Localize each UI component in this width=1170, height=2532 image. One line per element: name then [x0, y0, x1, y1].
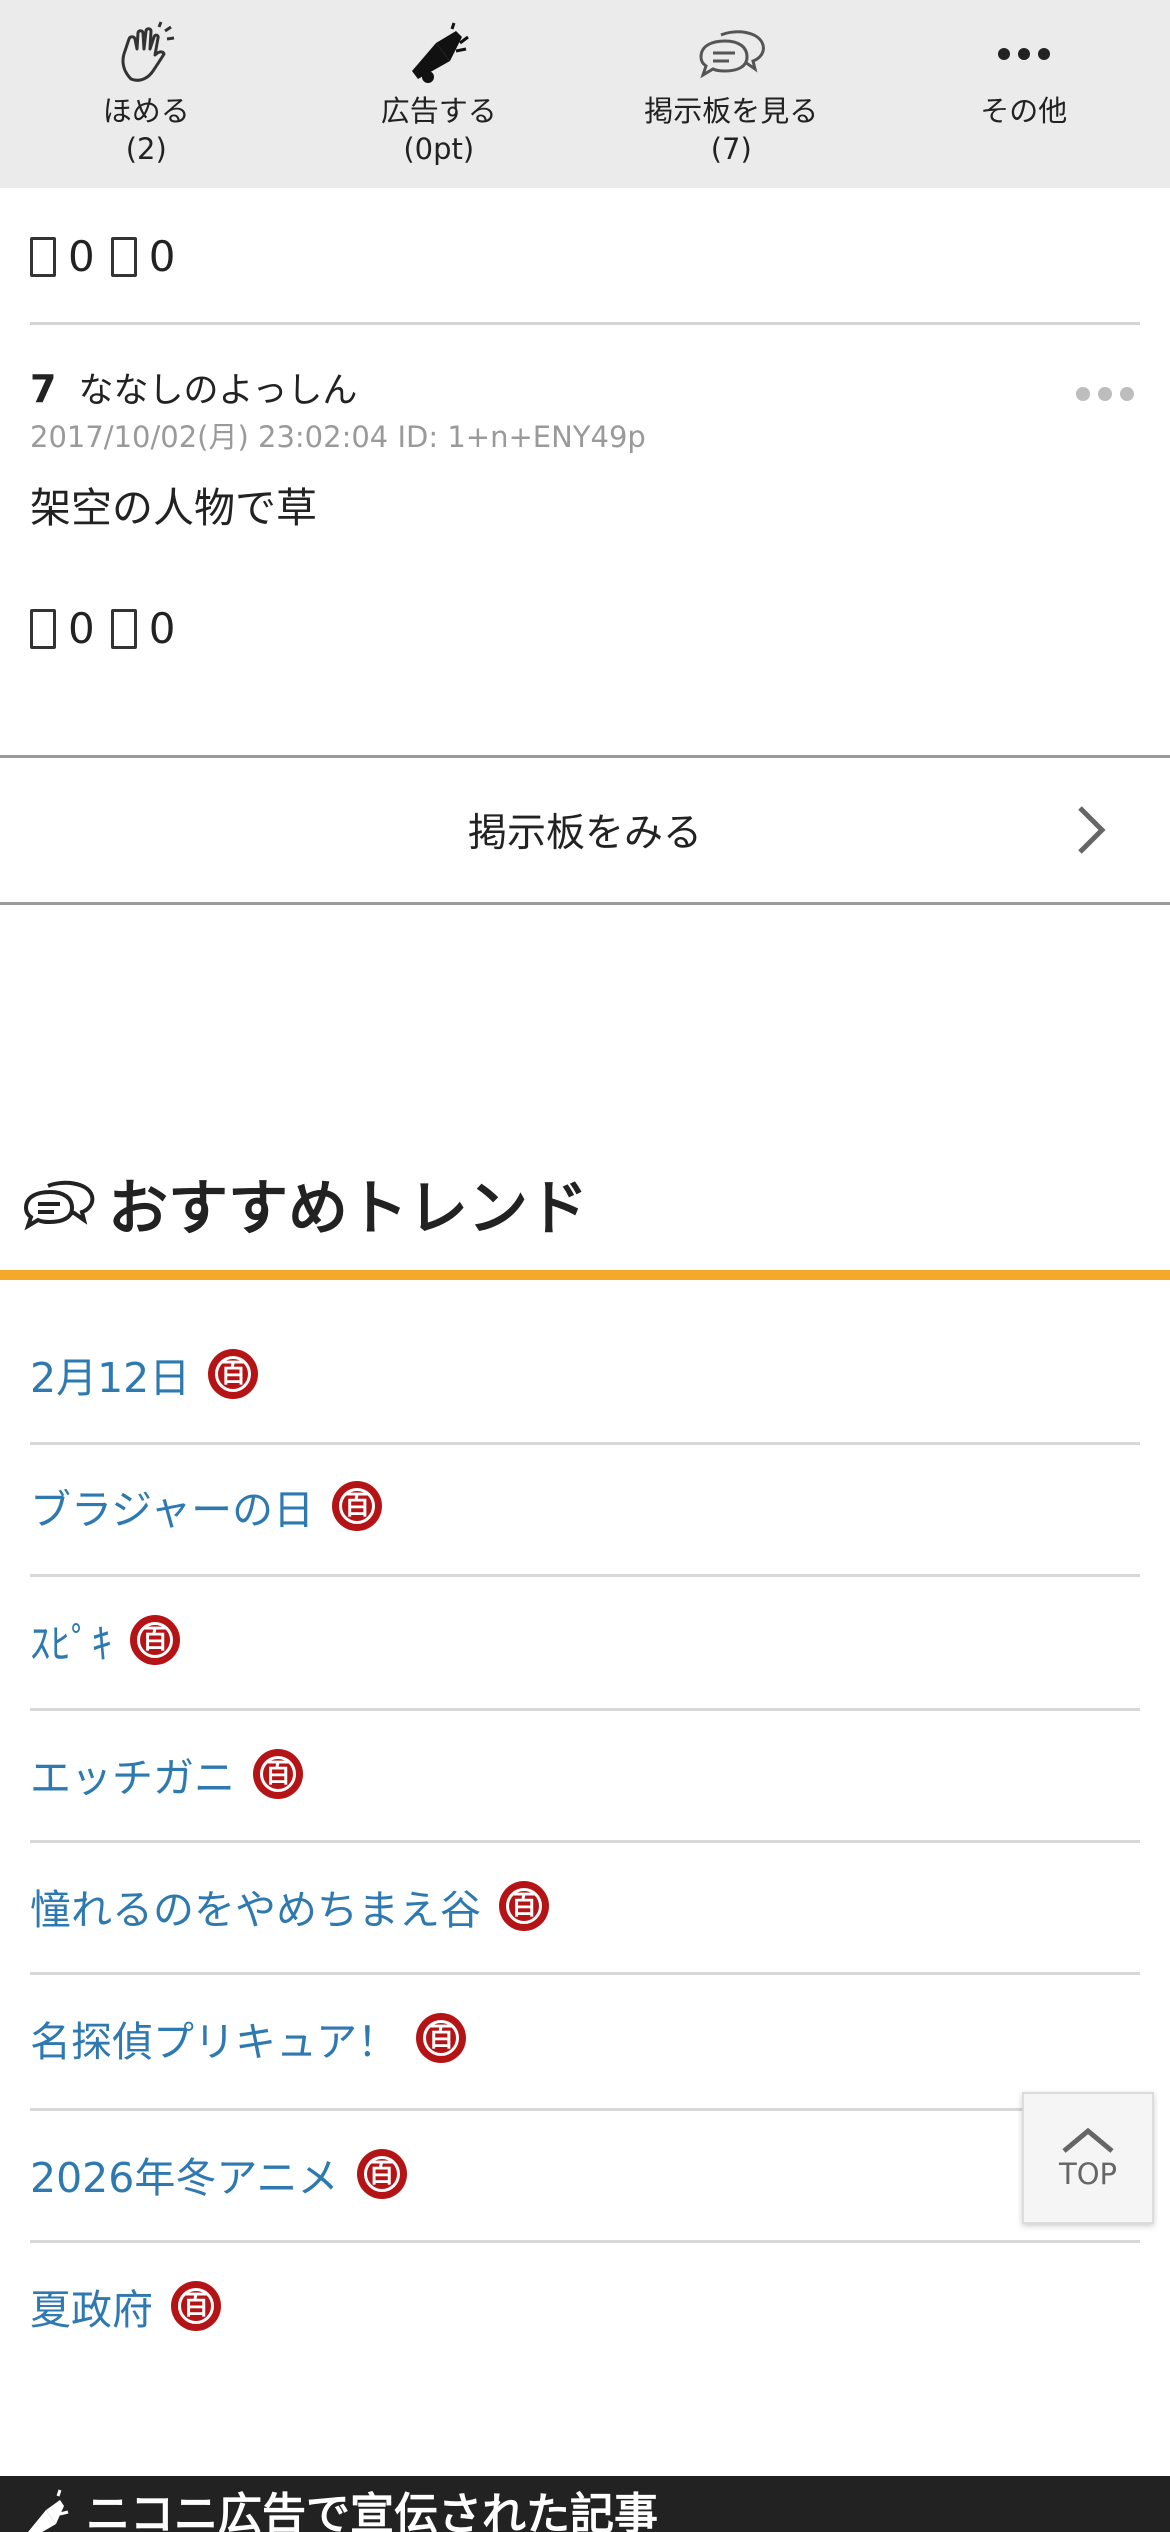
- divider: [30, 1840, 1140, 1843]
- view-board-tab-button[interactable]: 掲示板を見る (7): [585, 0, 878, 188]
- encyclopedia-badge-icon: 百: [208, 1349, 259, 1399]
- chevron-up-icon: [1062, 2127, 1114, 2153]
- divider: [30, 1574, 1140, 1577]
- post-header: 7 ななしのよっしん: [30, 362, 357, 413]
- good-reaction-icon[interactable]: [30, 236, 56, 277]
- advertise-count: (0pt): [403, 132, 475, 166]
- trend-item[interactable]: 2月12日 百: [30, 1344, 1140, 1404]
- other-label: その他: [980, 94, 1068, 128]
- action-bar: ほめる (2) 広告する (0pt) 掲示板を見る (7) その他: [0, 0, 1170, 188]
- encyclopedia-badge-icon: 百: [356, 2149, 407, 2199]
- advertise-label: 広告する: [380, 94, 497, 128]
- praise-count: (2): [125, 132, 167, 166]
- post-more-icon[interactable]: [1076, 376, 1140, 412]
- divider: [30, 1442, 1140, 1445]
- other-button[interactable]: その他: [878, 0, 1170, 188]
- more-dots-icon: [988, 18, 1060, 90]
- trend-link[interactable]: ブラジャーの日: [30, 1476, 314, 1536]
- chat-bubbles-icon: [695, 18, 767, 90]
- trend-item[interactable]: 名探偵プリキュア！ 百: [30, 2008, 1140, 2068]
- encyclopedia-badge-icon: 百: [253, 1749, 303, 1799]
- bad-count: 0: [148, 604, 176, 653]
- trend-link[interactable]: ｽﾋﾟｷ: [30, 1610, 112, 1670]
- encyclopedia-badge-icon: 百: [130, 1615, 180, 1665]
- bad-reaction-icon[interactable]: [110, 608, 137, 649]
- view-board-label: 掲示板をみる: [467, 811, 702, 856]
- post-meta: 2017/10/02(月) 23:02:04 ID: 1+n+ENY49p: [30, 420, 646, 454]
- chat-bubbles-icon: [23, 1180, 95, 1230]
- encyclopedia-badge-icon: 百: [499, 1881, 549, 1931]
- trend-link[interactable]: 名探偵プリキュア！: [30, 2008, 398, 2068]
- clap-icon: [110, 18, 182, 90]
- view-board-button[interactable]: 掲示板をみる: [0, 755, 1170, 905]
- advertised-articles-title: ニコニ広告で宣伝された記事: [86, 2489, 658, 2532]
- post-reaction-row: 0 0: [30, 604, 179, 653]
- divider: [30, 322, 1140, 325]
- post-body: 架空の人物で草: [30, 484, 317, 532]
- trend-item[interactable]: ブラジャーの日 百: [30, 1476, 1140, 1536]
- trend-link[interactable]: 憧れるのをやめちまえ谷: [30, 1876, 481, 1936]
- view-board-tab-label: 掲示板を見る: [644, 94, 819, 128]
- trend-item[interactable]: ｽﾋﾟｷ 百: [30, 1610, 1140, 1670]
- trend-accent-bar: [0, 1270, 1170, 1280]
- good-count: 0: [68, 604, 95, 653]
- megaphone-icon: [28, 2489, 69, 2532]
- back-to-top-button[interactable]: TOP: [1022, 2092, 1154, 2224]
- encyclopedia-badge-icon: 百: [171, 2281, 221, 2331]
- trend-link[interactable]: 夏政府: [30, 2276, 153, 2336]
- bad-count: 0: [148, 232, 176, 281]
- post-number[interactable]: 7: [30, 367, 56, 411]
- trend-heading: おすすめトレンド: [22, 1160, 588, 1247]
- divider: [30, 1708, 1140, 1711]
- advertise-button[interactable]: 広告する (0pt): [293, 0, 586, 188]
- back-to-top-label: TOP: [1058, 2157, 1118, 2191]
- view-board-tab-count: (7): [710, 132, 752, 166]
- advertised-articles-header: ニコニ広告で宣伝された記事: [0, 2476, 1170, 2532]
- trend-item[interactable]: エッチガニ 百: [30, 1744, 1140, 1804]
- trend-title: おすすめトレンド: [108, 1174, 588, 1244]
- encyclopedia-badge-icon: 百: [416, 2013, 467, 2063]
- trend-item[interactable]: 2026年冬アニメ 百: [30, 2144, 1140, 2204]
- good-count: 0: [68, 232, 95, 281]
- megaphone-icon: [403, 18, 475, 90]
- divider: [30, 1972, 1140, 1975]
- trend-link[interactable]: 2026年冬アニメ: [30, 2144, 339, 2204]
- post-author: ななしのよっしん: [78, 371, 358, 411]
- bad-reaction-icon[interactable]: [110, 236, 137, 277]
- trend-item[interactable]: 夏政府 百: [30, 2276, 1140, 2336]
- good-reaction-icon[interactable]: [30, 608, 56, 649]
- encyclopedia-badge-icon: 百: [332, 1481, 383, 1531]
- chevron-right-icon: [1078, 806, 1106, 854]
- divider: [30, 2108, 1140, 2111]
- praise-button[interactable]: ほめる (2): [0, 0, 293, 188]
- divider: [30, 2240, 1140, 2243]
- trend-item[interactable]: 憧れるのをやめちまえ谷 百: [30, 1876, 1140, 1936]
- trend-link[interactable]: 2月12日: [30, 1344, 190, 1404]
- trend-link[interactable]: エッチガニ: [30, 1744, 235, 1804]
- praise-label: ほめる: [102, 94, 190, 128]
- reaction-row: 0 0: [30, 232, 179, 281]
